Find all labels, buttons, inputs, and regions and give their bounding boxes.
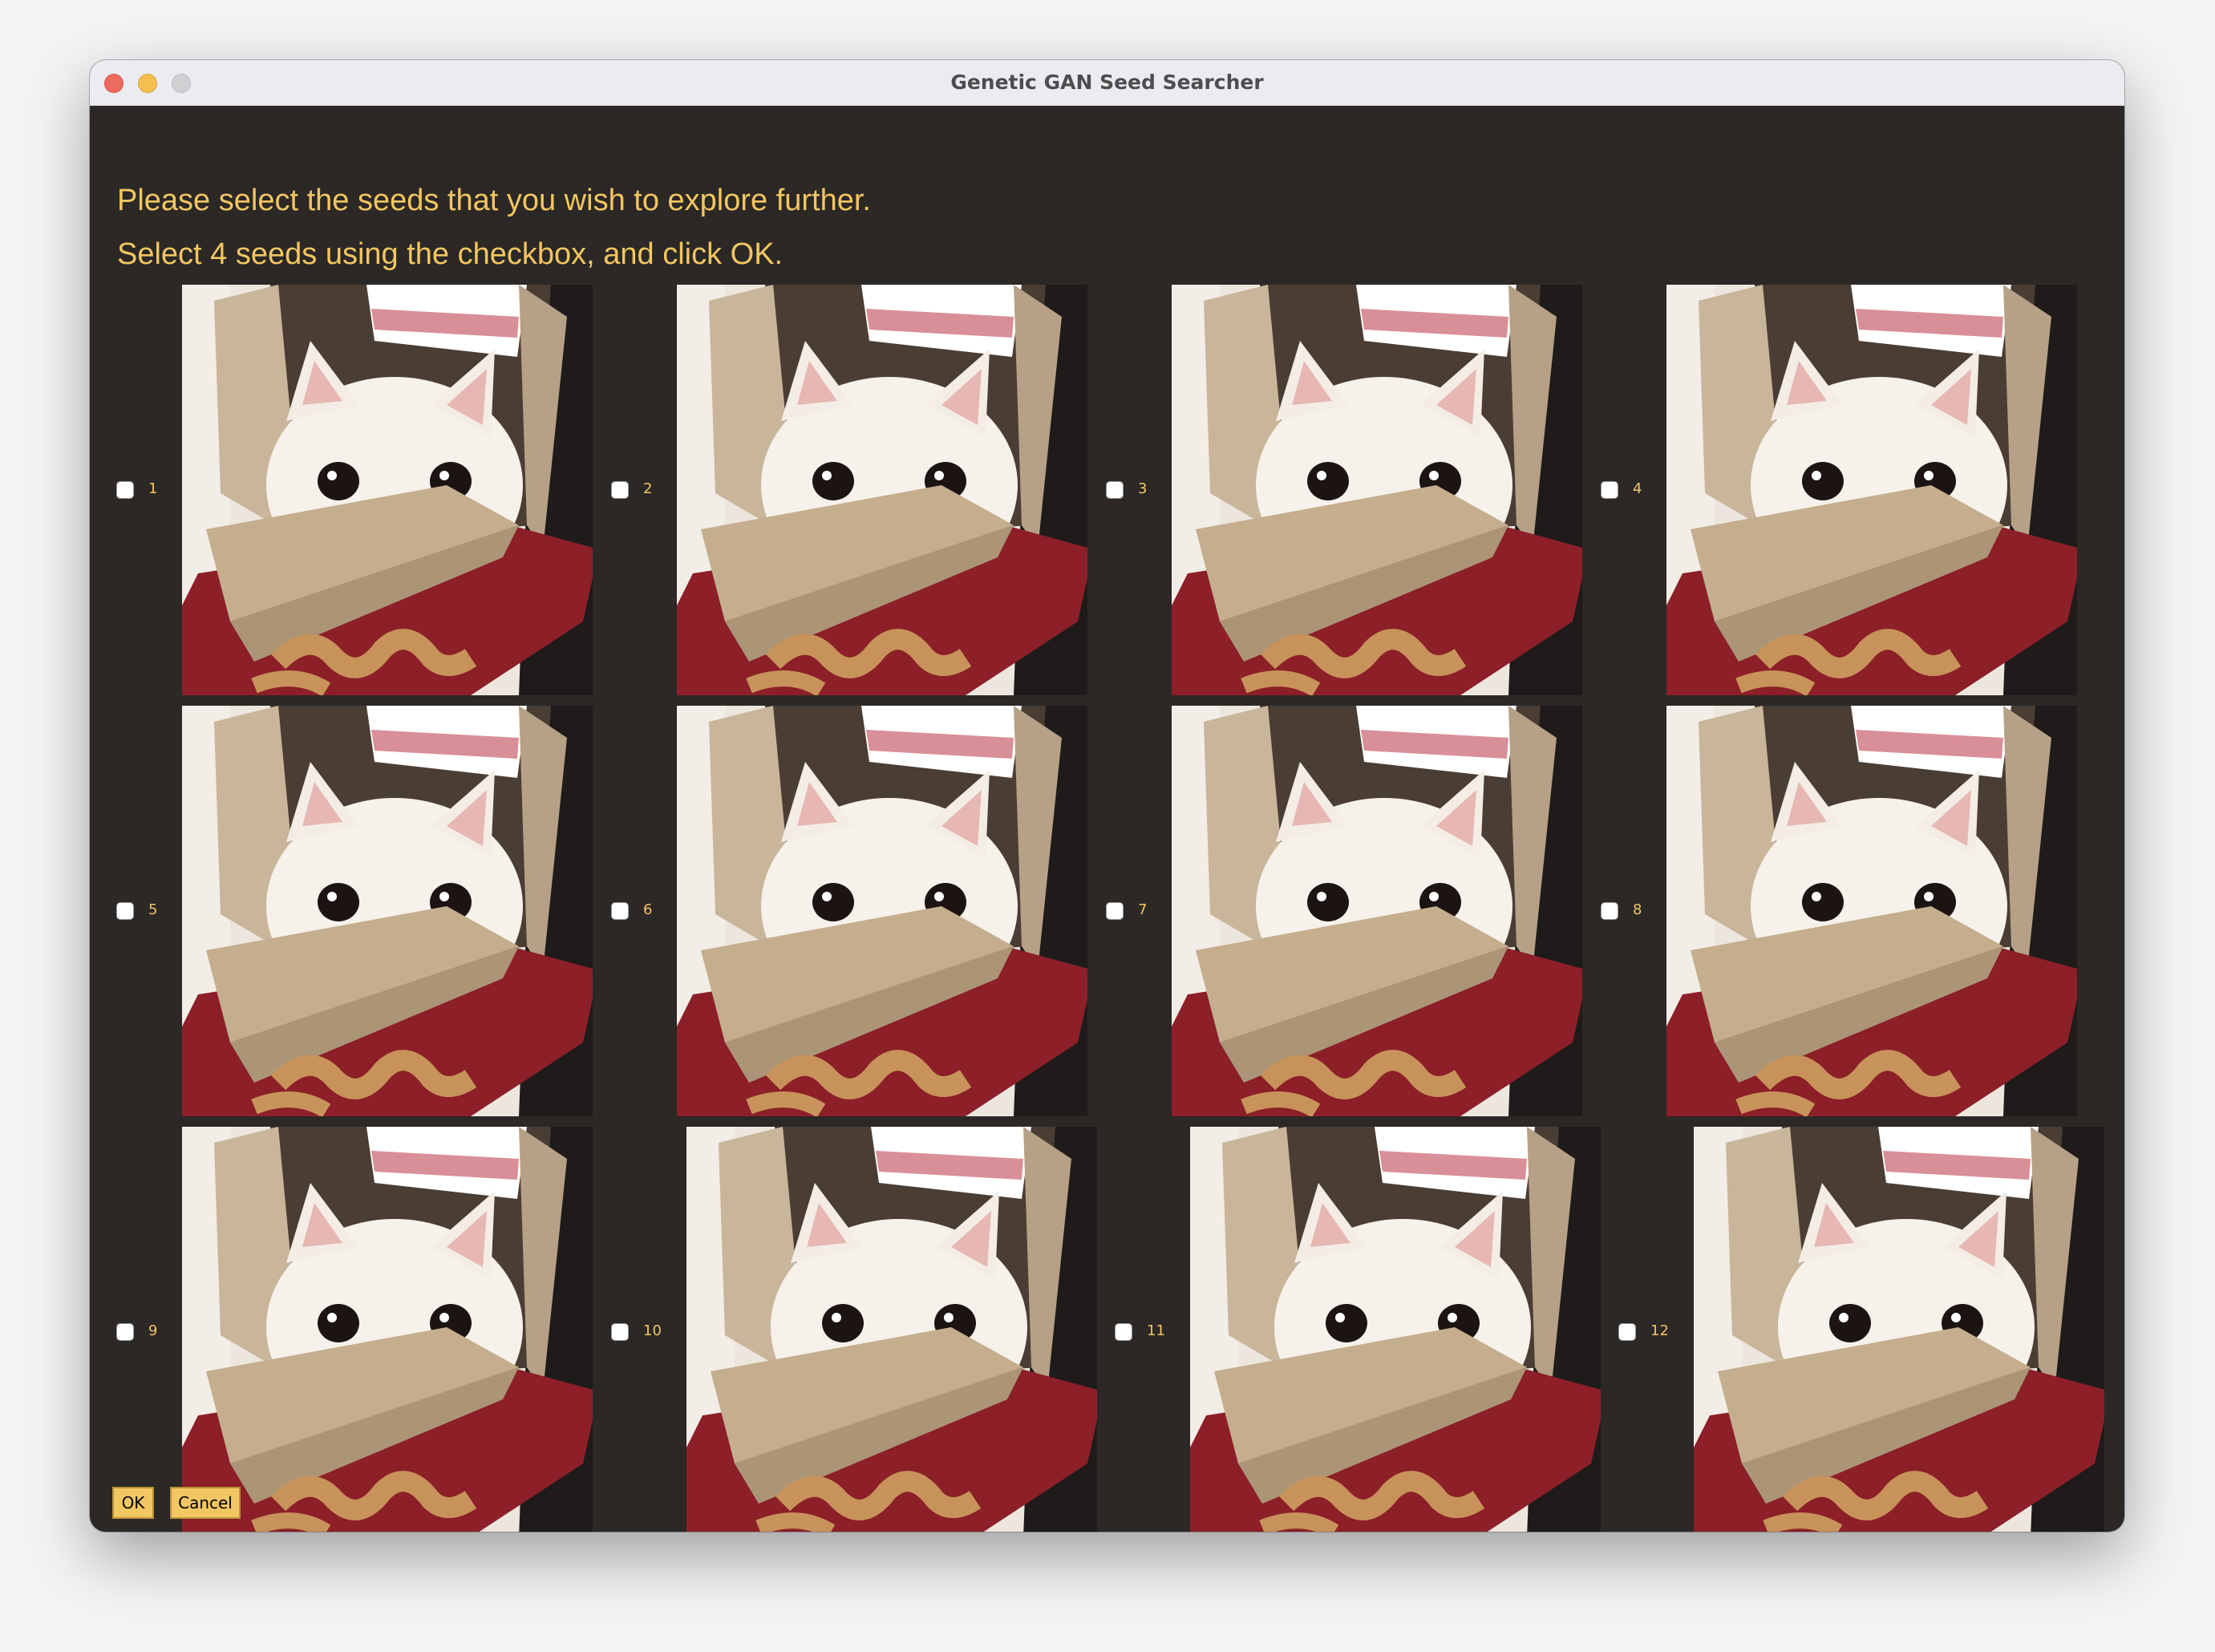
window-title: Genetic GAN Seed Searcher bbox=[950, 71, 1264, 94]
seed-image bbox=[182, 285, 593, 695]
seed-number-label: 3 bbox=[1138, 480, 1148, 497]
seed-image bbox=[1666, 285, 2077, 695]
seed-image bbox=[1190, 1127, 1601, 1532]
seed-checkbox[interactable] bbox=[1601, 902, 1618, 920]
seed-number-label: 7 bbox=[1138, 901, 1148, 918]
seed-number-label: 10 bbox=[643, 1322, 662, 1339]
app-window: Genetic GAN Seed Searcher Please select … bbox=[90, 60, 2124, 1532]
seed-checkbox[interactable] bbox=[1115, 1323, 1132, 1341]
seed-checkbox[interactable] bbox=[611, 481, 629, 499]
seed-checkbox[interactable] bbox=[611, 902, 629, 920]
dialog-content: Please select the seeds that you wish to… bbox=[90, 105, 2124, 1532]
title-bar: Genetic GAN Seed Searcher bbox=[90, 60, 2124, 106]
seed-image bbox=[182, 1127, 593, 1532]
cancel-button[interactable]: Cancel bbox=[170, 1487, 241, 1519]
seed-checkbox[interactable] bbox=[116, 1323, 134, 1341]
ok-button[interactable]: OK bbox=[112, 1487, 154, 1519]
seed-image bbox=[1172, 706, 1582, 1116]
seed-checkbox[interactable] bbox=[116, 481, 134, 499]
seed-image bbox=[1172, 285, 1582, 695]
seed-image bbox=[1666, 706, 2077, 1116]
instruction-line-2: Select 4 seeds using the checkbox, and c… bbox=[117, 237, 784, 271]
seed-image bbox=[677, 706, 1087, 1116]
seed-number-label: 2 bbox=[643, 480, 653, 497]
seed-number-label: 5 bbox=[148, 901, 158, 918]
seed-number-label: 11 bbox=[1147, 1322, 1165, 1339]
seed-image bbox=[677, 285, 1087, 695]
seed-checkbox[interactable] bbox=[611, 1323, 629, 1341]
seed-image bbox=[686, 1127, 1097, 1532]
seed-number-label: 1 bbox=[148, 480, 158, 497]
seed-number-label: 6 bbox=[643, 901, 653, 918]
seed-number-label: 4 bbox=[1633, 480, 1642, 497]
seed-checkbox[interactable] bbox=[116, 902, 134, 920]
seed-checkbox[interactable] bbox=[1106, 902, 1124, 920]
seed-number-label: 9 bbox=[148, 1322, 158, 1339]
seed-checkbox[interactable] bbox=[1601, 481, 1618, 499]
seed-checkbox[interactable] bbox=[1106, 481, 1124, 499]
seed-number-label: 12 bbox=[1650, 1322, 1669, 1339]
seed-checkbox[interactable] bbox=[1618, 1323, 1636, 1341]
seed-image bbox=[1694, 1127, 2104, 1532]
seed-image bbox=[182, 706, 593, 1116]
seed-number-label: 8 bbox=[1633, 901, 1642, 918]
instruction-line-1: Please select the seeds that you wish to… bbox=[117, 184, 871, 217]
